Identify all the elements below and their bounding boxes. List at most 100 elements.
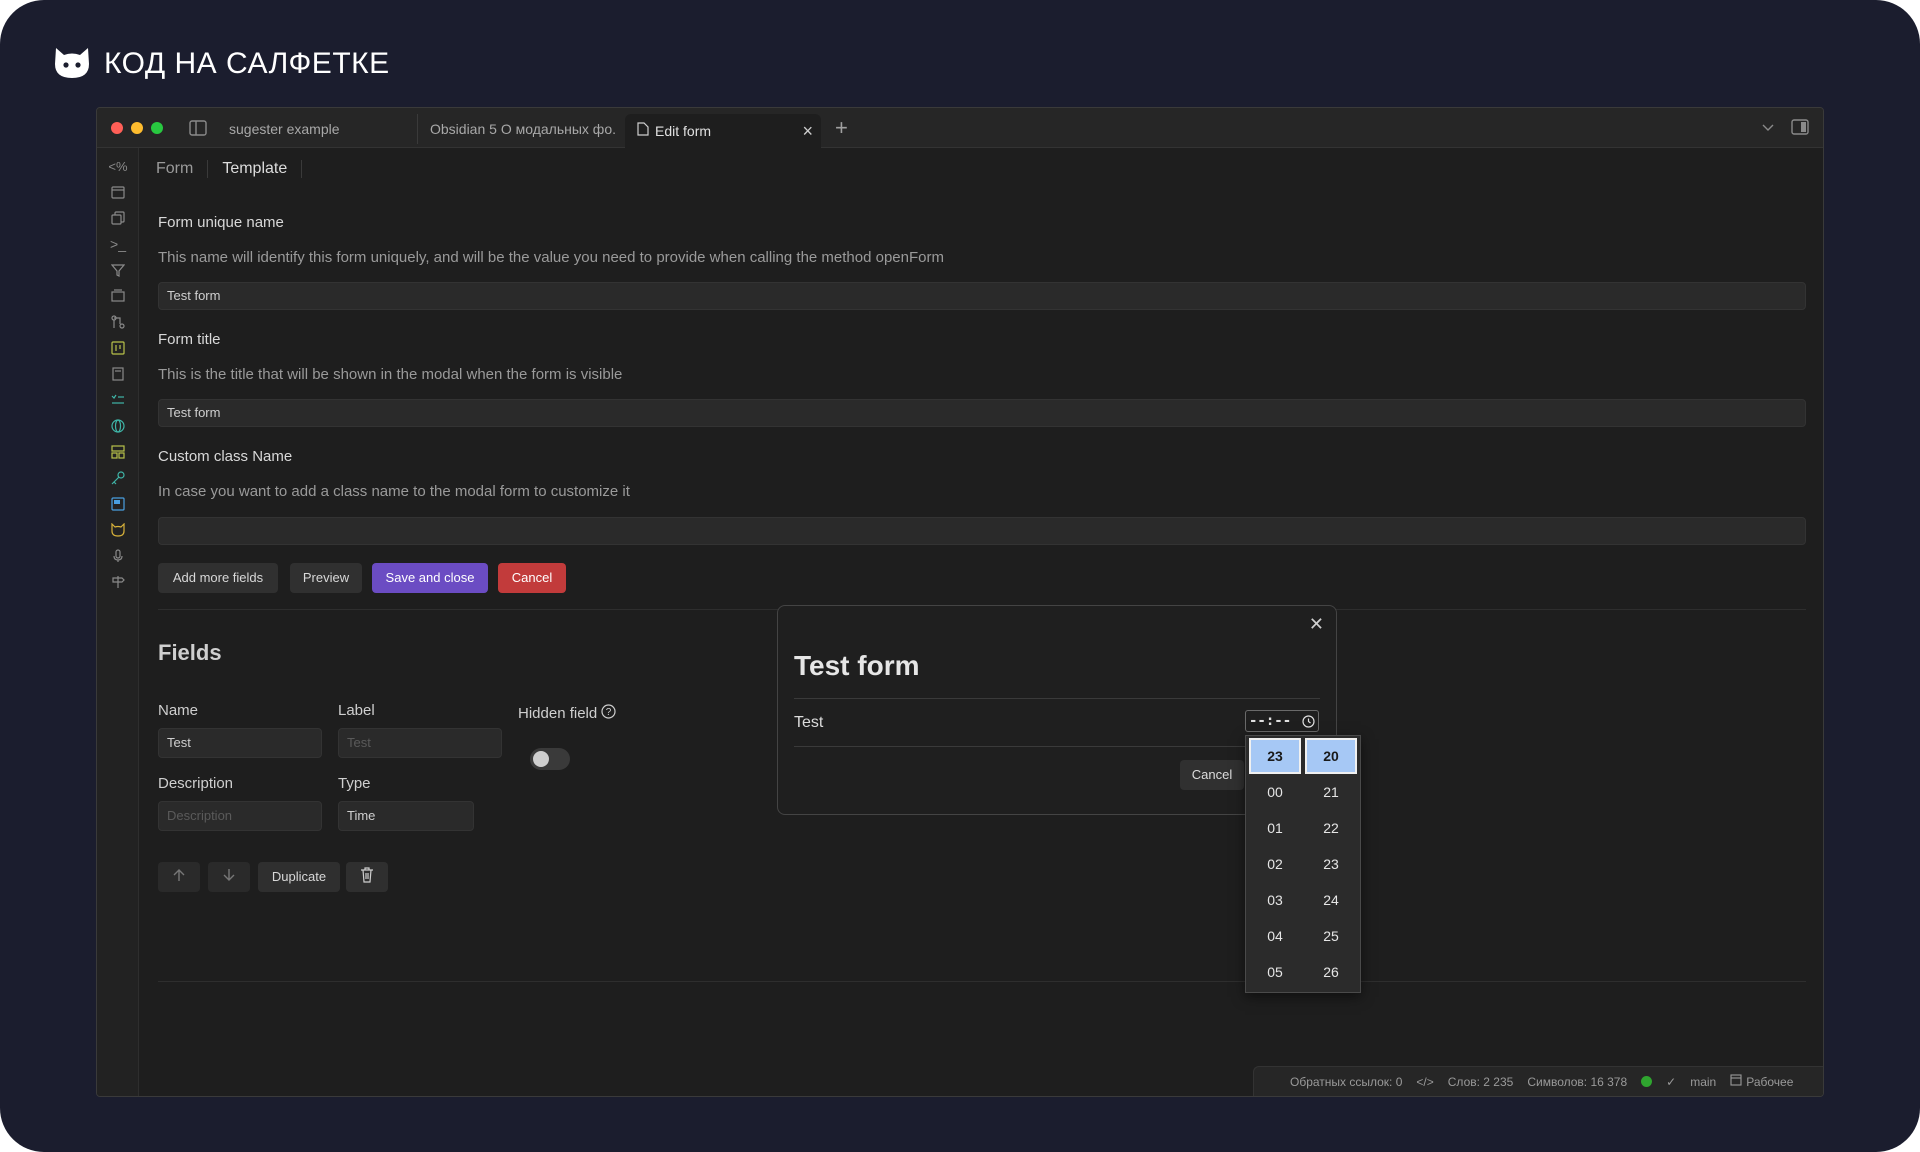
hour-option[interactable]: 05 <box>1249 954 1301 990</box>
form-unique-name-input[interactable]: Test form <box>158 282 1806 310</box>
backlinks-count[interactable]: Обратных ссылок: 0 <box>1290 1075 1402 1089</box>
globe-icon[interactable] <box>108 416 128 436</box>
time-input[interactable]: --:-- <box>1245 710 1319 732</box>
new-tab-icon[interactable]: + <box>835 114 848 142</box>
close-window-button[interactable] <box>111 122 123 134</box>
trash-icon <box>360 866 374 888</box>
key-icon[interactable] <box>108 468 128 488</box>
right-sidebar-toggle-icon[interactable] <box>1791 119 1809 140</box>
obsidian-window: sugester example Obsidian 5 О модальных … <box>96 107 1824 1097</box>
arrow-up-icon <box>172 868 186 887</box>
minute-option[interactable]: 25 <box>1305 918 1357 954</box>
move-up-button[interactable] <box>158 862 200 892</box>
tab-template[interactable]: Template <box>208 160 303 178</box>
checkmark-icon[interactable]: ✓ <box>1666 1075 1676 1089</box>
git-branch-icon[interactable] <box>108 312 128 332</box>
move-down-button[interactable] <box>208 862 250 892</box>
hour-option[interactable]: 04 <box>1249 918 1301 954</box>
delete-field-button[interactable] <box>346 862 388 892</box>
hour-option[interactable]: 01 <box>1249 810 1301 846</box>
microphone-icon[interactable] <box>108 546 128 566</box>
filter-icon[interactable] <box>108 260 128 280</box>
chevron-down-icon[interactable] <box>1761 120 1775 139</box>
minute-option[interactable]: 20 <box>1305 738 1357 774</box>
form-title-input[interactable]: Test form <box>158 399 1806 427</box>
tab-label: Edit form <box>655 123 712 139</box>
field-label-input[interactable]: Test <box>338 728 502 758</box>
tab-obsidian-modal-forms[interactable]: Obsidian 5 О модальных фо... <box>417 114 617 144</box>
git-branch-name[interactable]: main <box>1690 1075 1716 1089</box>
view-tabs: Form Template <box>140 148 1823 190</box>
hour-option[interactable]: 02 <box>1249 846 1301 882</box>
hidden-field-label: Hidden field ? <box>518 704 616 723</box>
terminal-icon[interactable]: >_ <box>108 234 128 254</box>
arrow-down-icon <box>222 868 236 887</box>
maximize-window-button[interactable] <box>151 122 163 134</box>
minute-option[interactable]: 21 <box>1305 774 1357 810</box>
add-more-fields-button[interactable]: Add more fields <box>158 563 278 593</box>
field-description-input[interactable]: Description <box>158 801 322 831</box>
time-picker-dropdown: 23 00 01 02 03 04 05 20 21 22 23 24 25 26 <box>1245 735 1361 993</box>
sidebar-toggle-icon[interactable] <box>189 120 207 141</box>
tasks-icon[interactable] <box>108 390 128 410</box>
minute-option[interactable]: 24 <box>1305 882 1357 918</box>
file-icon <box>637 115 649 147</box>
svg-text:?: ? <box>606 707 612 718</box>
field-label-label: Label <box>338 702 375 719</box>
book-icon[interactable] <box>108 364 128 384</box>
help-icon[interactable]: ? <box>601 704 616 723</box>
fields-heading: Fields <box>158 640 222 665</box>
form-title-description: This is the title that will be shown in … <box>158 366 623 383</box>
kanban-icon[interactable] <box>108 338 128 358</box>
tab-form[interactable]: Form <box>156 160 209 178</box>
custom-class-description: In case you want to add a class name to … <box>158 483 630 500</box>
hidden-field-text: Hidden field <box>518 705 598 722</box>
sync-status-icon[interactable] <box>1641 1076 1653 1087</box>
preview-button[interactable]: Preview <box>290 563 362 593</box>
custom-class-label: Custom class Name <box>158 448 293 465</box>
save-and-close-button[interactable]: Save and close <box>372 563 488 593</box>
code-icon[interactable]: </> <box>1416 1075 1433 1089</box>
hour-option[interactable]: 03 <box>1249 882 1301 918</box>
duplicate-button[interactable]: Duplicate <box>258 862 340 892</box>
close-icon[interactable]: ✕ <box>1309 614 1324 635</box>
field-name-input[interactable]: Test <box>158 728 322 758</box>
hour-option[interactable]: 23 <box>1249 738 1301 774</box>
workspace-label: Рабочее <box>1746 1074 1794 1089</box>
hidden-field-toggle[interactable] <box>530 748 570 770</box>
hours-column[interactable]: 23 00 01 02 03 04 05 <box>1249 738 1301 990</box>
modal-divider <box>794 698 1320 699</box>
form-title-label: Form title <box>158 331 221 348</box>
form-icon[interactable] <box>108 494 128 514</box>
time-input-value: --:-- <box>1249 713 1292 729</box>
clock-icon[interactable] <box>1302 714 1315 734</box>
cancel-button[interactable]: Cancel <box>498 563 566 593</box>
cat-plugin-icon[interactable] <box>108 520 128 540</box>
minute-option[interactable]: 23 <box>1305 846 1357 882</box>
copy-icon[interactable] <box>108 208 128 228</box>
form-unique-name-description: This name will identify this form unique… <box>158 249 944 266</box>
templater-icon[interactable]: <% <box>108 156 128 176</box>
minutes-column[interactable]: 20 21 22 23 24 25 26 <box>1305 738 1357 990</box>
tab-sugester-example[interactable]: sugester example <box>217 114 417 144</box>
modal-cancel-button[interactable]: Cancel <box>1180 760 1244 790</box>
modal-field-label: Test <box>794 714 824 731</box>
status-bar: Обратных ссылок: 0 </> Слов: 2 235 Симво… <box>1253 1066 1823 1096</box>
field-type-label: Type <box>338 775 371 792</box>
field-type-select[interactable]: Time <box>338 801 474 831</box>
hour-option[interactable]: 00 <box>1249 774 1301 810</box>
tab-edit-form[interactable]: Edit form × <box>625 114 821 148</box>
minimize-window-button[interactable] <box>131 122 143 134</box>
custom-class-input[interactable] <box>158 517 1806 545</box>
form-unique-name-label: Form unique name <box>158 214 284 231</box>
layers-icon[interactable] <box>108 286 128 306</box>
workspace-indicator[interactable]: Рабочее <box>1730 1074 1793 1089</box>
calendar-icon[interactable] <box>108 182 128 202</box>
dataview-icon[interactable] <box>108 442 128 462</box>
minute-option[interactable]: 22 <box>1305 810 1357 846</box>
word-count: Слов: 2 235 <box>1447 1074 1514 1089</box>
minute-option[interactable]: 26 <box>1305 954 1357 990</box>
signpost-icon[interactable] <box>108 572 128 592</box>
char-count: Символов: 16 378 <box>1527 1074 1628 1089</box>
close-tab-icon[interactable]: × <box>802 115 813 147</box>
